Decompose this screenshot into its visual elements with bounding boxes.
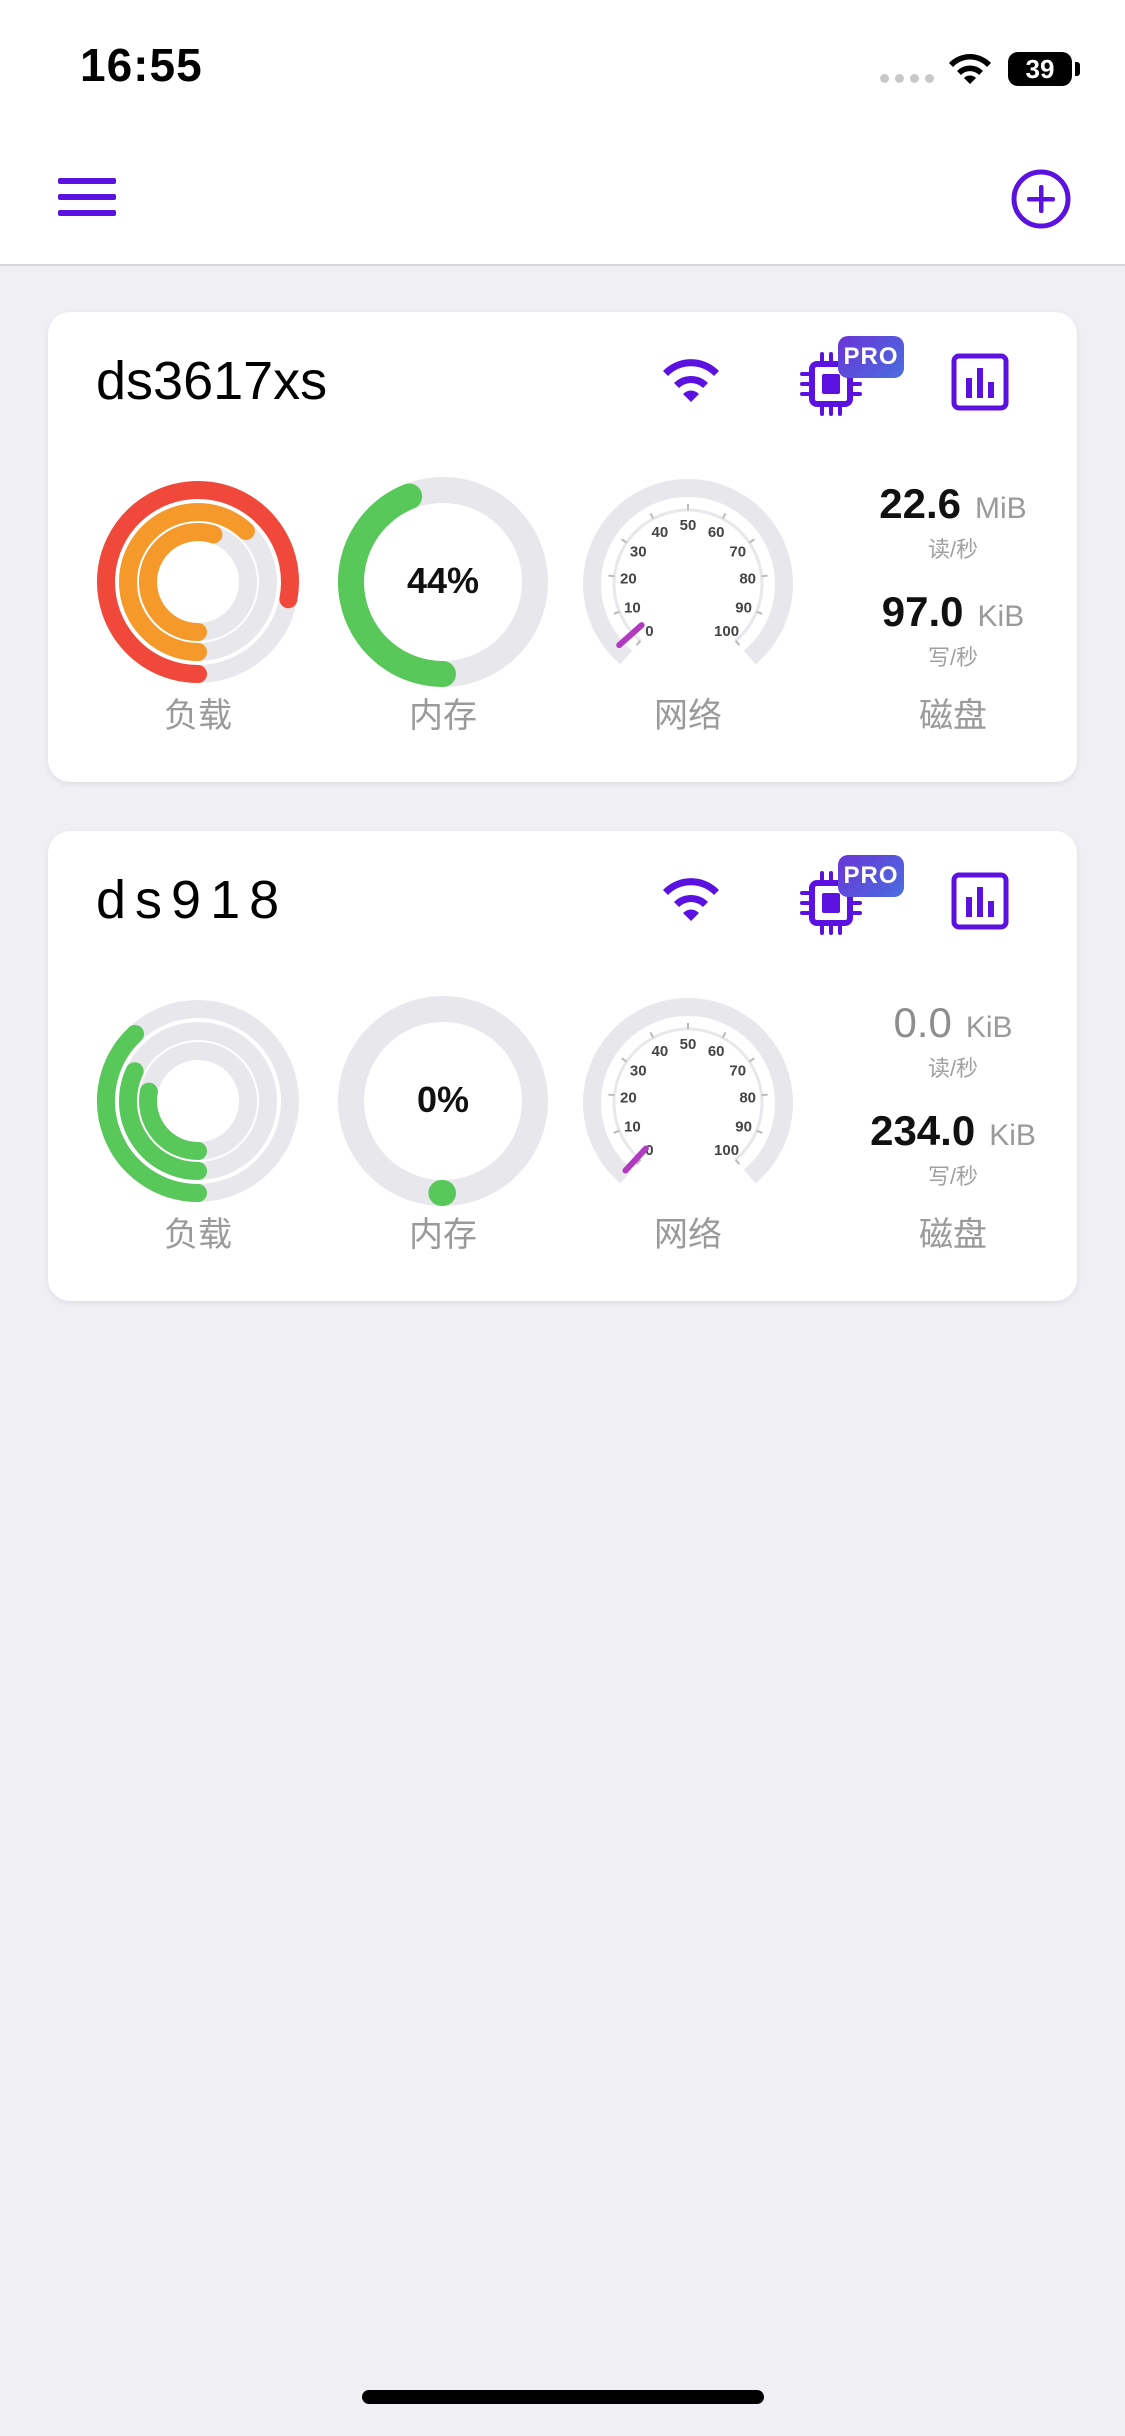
battery-indicator: 39 bbox=[1008, 52, 1072, 86]
disk-write-value: 234.0 bbox=[870, 1107, 976, 1154]
disk-read: 0.0 KiB 读/秒 bbox=[828, 999, 1078, 1083]
network-scale-label: 50 bbox=[680, 517, 697, 534]
network-tick bbox=[721, 1031, 727, 1039]
disk-write-value: 97.0 bbox=[881, 588, 964, 635]
disk-write-label: 写/秒 bbox=[927, 645, 979, 670]
network-tick bbox=[621, 538, 628, 544]
home-indicator bbox=[362, 2390, 764, 2404]
network-scale-label: 90 bbox=[735, 599, 752, 616]
pro-badge: PRO bbox=[838, 336, 904, 378]
memory-label: 内存 bbox=[409, 1216, 477, 1254]
disk-label: 磁盘 bbox=[919, 697, 987, 735]
disk-write-unit: KiB bbox=[989, 1119, 1036, 1152]
network-scale-label: 70 bbox=[729, 543, 746, 560]
network-scale-label: 30 bbox=[630, 543, 647, 560]
chart-icon[interactable] bbox=[950, 871, 1010, 936]
wifi-status-icon bbox=[945, 50, 995, 93]
server-name: ds918 bbox=[96, 870, 289, 930]
disk-read-label: 读/秒 bbox=[927, 1056, 979, 1081]
disk-write-unit: KiB bbox=[977, 600, 1025, 633]
network-tick bbox=[761, 1093, 768, 1097]
disk-label: 磁盘 bbox=[919, 1216, 987, 1254]
disk-read-value: 22.6 bbox=[879, 480, 962, 527]
network-tick bbox=[649, 512, 655, 520]
cellular-signal-icon bbox=[880, 74, 934, 83]
network-gauge: 010 20 3040 50 6070 80 90 100 bbox=[583, 479, 793, 665]
load-gauge bbox=[97, 481, 299, 683]
load-label: 负载 bbox=[164, 1216, 232, 1254]
hamburger-menu-icon[interactable] bbox=[58, 174, 118, 224]
memory-percent-text: 44% bbox=[406, 560, 480, 601]
network-scale-label: 20 bbox=[620, 571, 637, 588]
network-tick bbox=[748, 538, 755, 544]
disk-read-unit: MiB bbox=[975, 492, 1027, 525]
load-gauge bbox=[97, 1000, 299, 1202]
network-tick bbox=[761, 574, 768, 578]
network-scale-label: 0 bbox=[645, 623, 653, 640]
network-scale-label: 60 bbox=[708, 1043, 725, 1060]
nav-bar bbox=[0, 140, 1125, 266]
network-scale-label: 100 bbox=[714, 1142, 739, 1159]
server-card[interactable]: ds918 PRO 负载 0% 内存 0 10 20 30 40 50 60 7… bbox=[48, 831, 1077, 1301]
add-server-button[interactable] bbox=[1010, 168, 1072, 230]
network-scale-label: 60 bbox=[708, 524, 725, 541]
network-scale-label: 40 bbox=[651, 524, 668, 541]
network-gauge: 010203040 50 60708090100 bbox=[583, 998, 793, 1184]
network-scale-label: 80 bbox=[739, 1090, 756, 1107]
network-tick bbox=[748, 1057, 755, 1063]
network-tick bbox=[649, 1031, 655, 1039]
disk-read: 22.6 MiB 读/秒 bbox=[828, 480, 1078, 564]
network-scale-label: 80 bbox=[739, 571, 756, 588]
network-tick bbox=[608, 1093, 615, 1097]
network-tick bbox=[608, 574, 615, 578]
network-scale-label: 30 bbox=[630, 1062, 647, 1079]
disk-write-label: 写/秒 bbox=[927, 1164, 979, 1189]
load-label: 负载 bbox=[164, 697, 232, 735]
status-bar: 16:55 39 bbox=[0, 0, 1125, 140]
network-scale-label: 10 bbox=[624, 1118, 641, 1135]
status-time: 16:55 bbox=[80, 39, 203, 91]
wifi-icon[interactable] bbox=[658, 873, 724, 930]
memory-label: 内存 bbox=[409, 697, 477, 735]
network-label: 网络 bbox=[654, 1216, 722, 1254]
disk-write: 97.0 KiB 写/秒 bbox=[828, 588, 1078, 672]
chart-icon[interactable] bbox=[950, 352, 1010, 417]
network-scale-label: 20 bbox=[620, 1090, 637, 1107]
battery-tip bbox=[1075, 62, 1080, 76]
network-scale-label: 40 bbox=[651, 1043, 668, 1060]
server-card[interactable]: ds3617xs PRO 负载 44% 内存 0 10 20 30 40 50 … bbox=[48, 312, 1077, 782]
network-tick bbox=[635, 640, 642, 646]
network-scale-label: 10 bbox=[624, 599, 641, 616]
network-tick bbox=[734, 640, 741, 646]
plus-circle-icon bbox=[1011, 169, 1071, 229]
memory-percent-text: 0% bbox=[416, 1079, 470, 1120]
network-scale-label: 100 bbox=[714, 623, 739, 640]
server-name: ds3617xs bbox=[96, 351, 328, 411]
disk-write: 234.0 KiB 写/秒 bbox=[828, 1107, 1078, 1191]
disk-read-value: 0.0 bbox=[893, 999, 952, 1046]
network-tick bbox=[734, 1159, 741, 1165]
disk-read-label: 读/秒 bbox=[927, 537, 979, 562]
wifi-icon[interactable] bbox=[658, 354, 724, 411]
network-scale-label: 90 bbox=[735, 1118, 752, 1135]
network-tick bbox=[721, 512, 727, 520]
pro-badge: PRO bbox=[838, 855, 904, 897]
network-tick bbox=[621, 1057, 628, 1063]
network-needle bbox=[622, 1145, 649, 1174]
load-ring-arc bbox=[139, 1082, 207, 1160]
load-ring-arc bbox=[139, 523, 223, 641]
network-scale-label: 50 bbox=[680, 1036, 697, 1053]
network-label: 网络 bbox=[654, 697, 722, 735]
disk-read-unit: KiB bbox=[965, 1011, 1013, 1044]
network-scale-label: 70 bbox=[729, 1062, 746, 1079]
